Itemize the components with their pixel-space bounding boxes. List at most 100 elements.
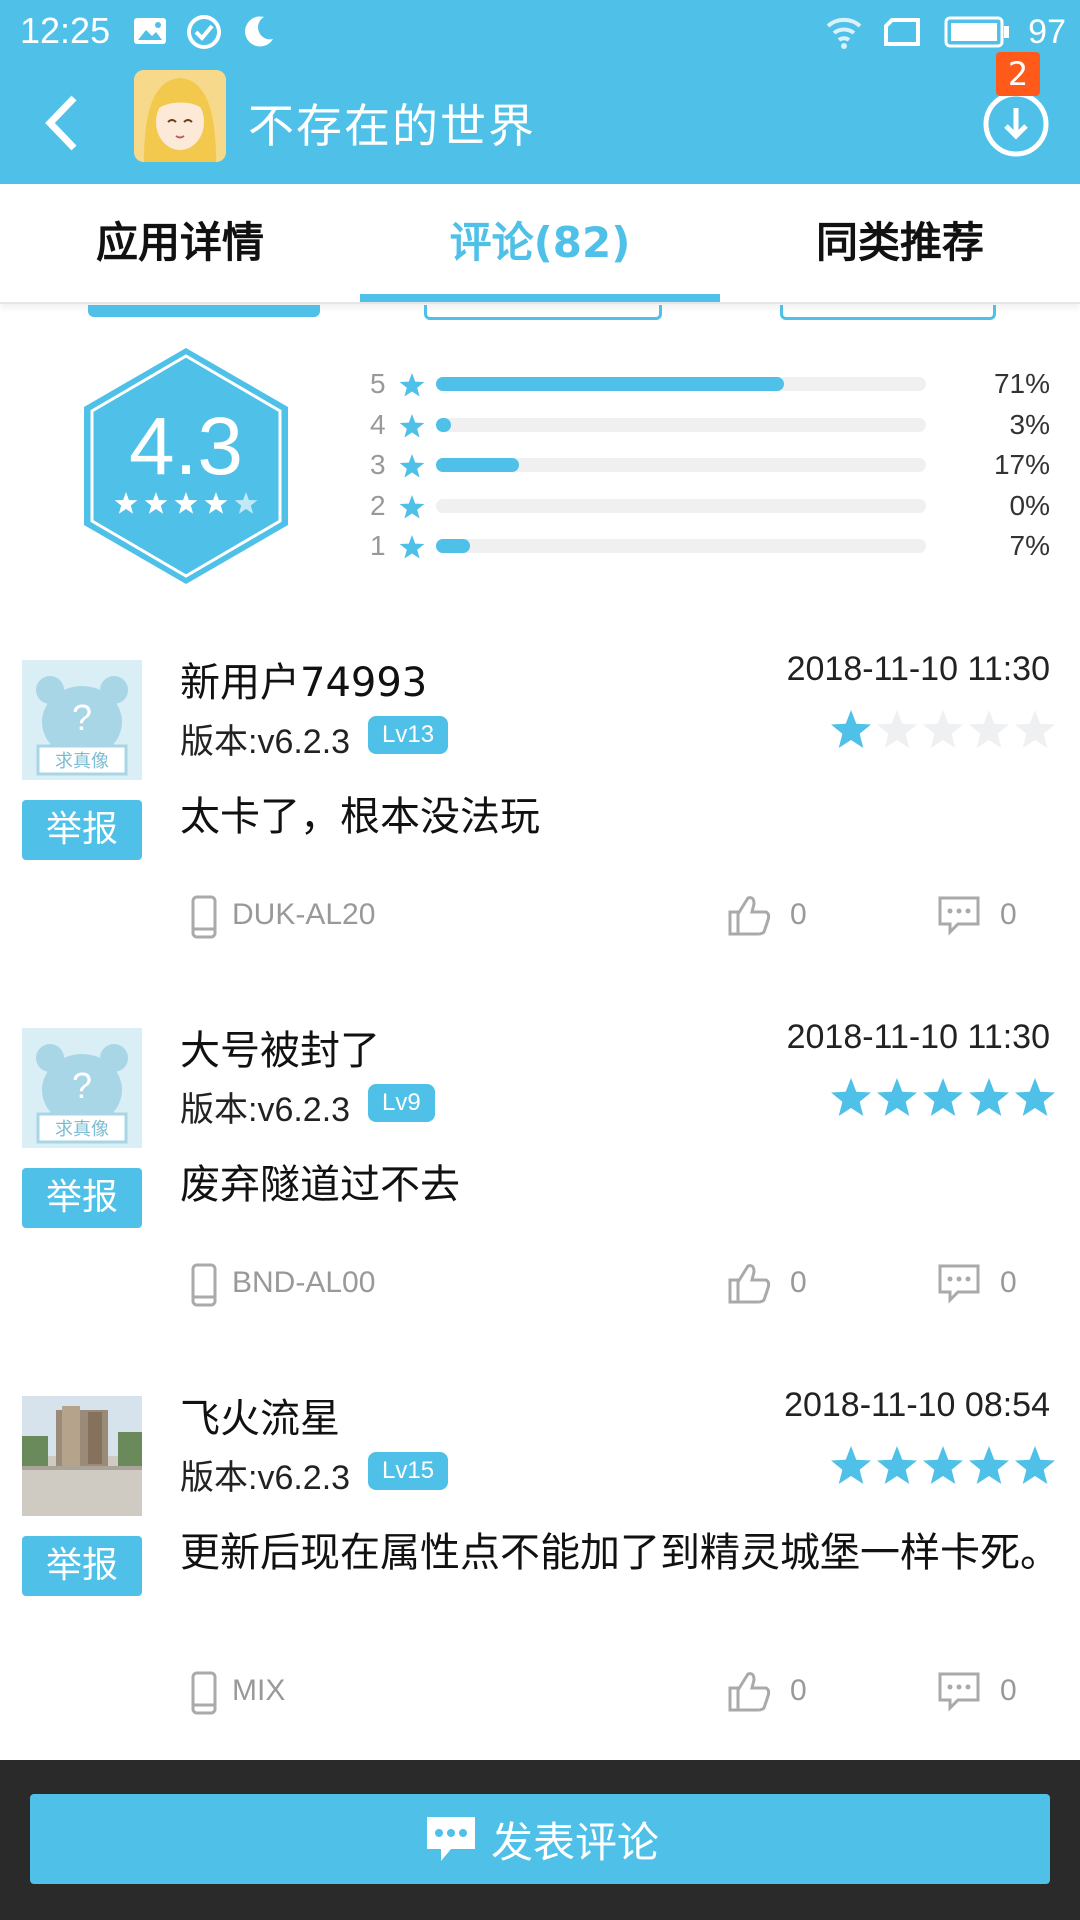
comment-icon[interactable] <box>936 1260 982 1306</box>
active-tab-indicator <box>360 294 720 302</box>
rating-star-icon <box>114 492 138 514</box>
star-icon <box>399 535 425 559</box>
rating-percent: 0% <box>1009 490 1050 521</box>
rating-distribution-row: 4 3% <box>370 405 1050 445</box>
thumbs-up-icon[interactable] <box>726 892 772 938</box>
average-rating-stars <box>114 492 258 514</box>
rating-bar-track <box>436 458 926 472</box>
comment-icon[interactable] <box>936 1668 982 1714</box>
user-level-badge: Lv13 <box>368 716 449 754</box>
star-level-label: 2 <box>370 490 386 521</box>
report-button[interactable]: 举报 <box>22 800 142 860</box>
rating-star-icon <box>204 492 228 514</box>
download-count-badge: 2 <box>996 52 1040 96</box>
rating-bar-fill <box>436 377 784 391</box>
filter-button-hidden <box>780 305 996 320</box>
battery-icon <box>944 16 1010 48</box>
user-avatar[interactable]: ? 求真像 <box>22 1028 142 1148</box>
star-level-label: 1 <box>370 530 386 561</box>
like-count: 0 <box>790 898 807 931</box>
review-username[interactable]: 新用户74993 <box>180 650 427 708</box>
review-star-icon <box>877 1078 917 1116</box>
review-username[interactable]: 大号被封了 <box>180 1018 380 1076</box>
phone-icon <box>191 895 217 939</box>
rating-distribution-row: 2 0% <box>370 486 1050 526</box>
tab-bar: 应用详情 评论(82) 同类推荐 <box>0 184 1080 304</box>
review-content: 更新后现在属性点不能加了到精灵城堡一样卡死。 <box>180 1530 1060 1576</box>
filter-button-hidden <box>424 305 662 320</box>
rating-star-icon <box>174 492 198 514</box>
review-content: 废弃隧道过不去 <box>180 1162 460 1208</box>
comment-count: 0 <box>1000 898 1017 931</box>
user-avatar[interactable]: ? 求真像 <box>22 660 142 780</box>
bottom-bar: 发表评论 <box>0 1760 1080 1920</box>
wifi-icon <box>826 17 862 49</box>
back-arrow-icon[interactable] <box>36 88 96 158</box>
review-content: 太卡了，根本没法玩 <box>180 794 540 840</box>
review-star-icon <box>969 710 1009 748</box>
rating-percent: 7% <box>1009 530 1050 561</box>
app-title: 不存在的世界 <box>248 99 536 153</box>
thumbs-up-icon[interactable] <box>726 1260 772 1306</box>
rating-star-icon <box>234 492 258 514</box>
review-star-icon <box>969 1078 1009 1116</box>
device-model: BND-AL00 <box>232 1266 376 1299</box>
review-date: 2018-11-10 08:54 <box>784 1386 1050 1424</box>
comment-count: 0 <box>1000 1266 1017 1299</box>
review-item: 飞火流星 2018-11-10 08:54 版本:v6.2.3 Lv15 举报 更新后现在… <box>0 1386 1080 1716</box>
moon-icon <box>245 16 273 47</box>
review-star-icon <box>831 710 871 748</box>
post-review-label: 发表评论 <box>490 1817 659 1867</box>
rating-bar-fill <box>436 418 451 432</box>
review-star-icon <box>1015 1446 1055 1484</box>
review-star-icon <box>969 1446 1009 1484</box>
review-star-icon <box>1015 710 1055 748</box>
avatar-placeholder-text: 求真像 <box>55 1119 109 1140</box>
user-avatar[interactable] <box>22 1396 142 1516</box>
rating-percent: 71% <box>993 368 1050 399</box>
star-icon <box>399 373 425 397</box>
device-model: MIX <box>232 1674 286 1707</box>
rating-bar-fill <box>436 539 471 553</box>
review-app-version: 版本:v6.2.3 <box>180 1091 351 1129</box>
rating-summary: 4.3 5 71% 4 3% 3 17% 2 0% 1 7% <box>0 330 1080 600</box>
phone-icon <box>191 1671 217 1715</box>
rating-bar-track <box>436 377 926 391</box>
user-level-badge: Lv9 <box>368 1084 435 1122</box>
star-icon <box>399 414 425 438</box>
status-bar: 12:25 97 <box>0 0 1080 66</box>
review-star-icon <box>1015 1078 1055 1116</box>
report-button[interactable]: 举报 <box>22 1536 142 1596</box>
check-circle-icon <box>187 15 221 49</box>
comment-icon[interactable] <box>936 892 982 938</box>
review-star-icon <box>831 1078 871 1116</box>
review-star-icon <box>877 710 917 748</box>
average-rating: 4.3 <box>129 401 243 492</box>
thumbs-up-icon[interactable] <box>726 1668 772 1714</box>
review-stars <box>831 1078 1055 1116</box>
star-level-label: 4 <box>370 409 386 440</box>
review-username[interactable]: 飞火流星 <box>180 1386 340 1444</box>
rating-bar-fill <box>436 458 520 472</box>
tab-reviews[interactable]: 评论(82) <box>360 184 720 302</box>
image-notification-icon <box>134 18 166 44</box>
app-icon <box>134 70 226 162</box>
rating-distribution-row: 1 7% <box>370 526 1050 566</box>
battery-level: 97 <box>1028 12 1066 51</box>
status-right: 97 <box>824 12 1066 52</box>
download-icon[interactable] <box>980 88 1052 160</box>
tab-app-details[interactable]: 应用详情 <box>0 184 360 302</box>
review-item: ? 求真像 大号被封了 2018-11-10 11:30 版本:v6.2.3 Lv9 举报废… <box>0 1018 1080 1348</box>
post-review-button[interactable]: 发表评论 <box>30 1794 1050 1884</box>
tab-similar[interactable]: 同类推荐 <box>720 184 1080 302</box>
rating-bar-track <box>436 418 926 432</box>
rating-bar-track <box>436 539 926 553</box>
sim-card-icon <box>884 18 921 46</box>
star-icon <box>399 454 425 478</box>
review-item: ? 求真像 新用户74993 2018-11-10 11:30 版本:v6.2.3 Lv1… <box>0 650 1080 980</box>
review-app-version: 版本:v6.2.3 <box>180 1459 351 1497</box>
review-star-icon <box>877 1446 917 1484</box>
report-button[interactable]: 举报 <box>22 1168 142 1228</box>
app-bar: 不存在的世界 2 <box>0 52 1080 184</box>
rating-distribution-row: 3 17% <box>370 445 1050 485</box>
